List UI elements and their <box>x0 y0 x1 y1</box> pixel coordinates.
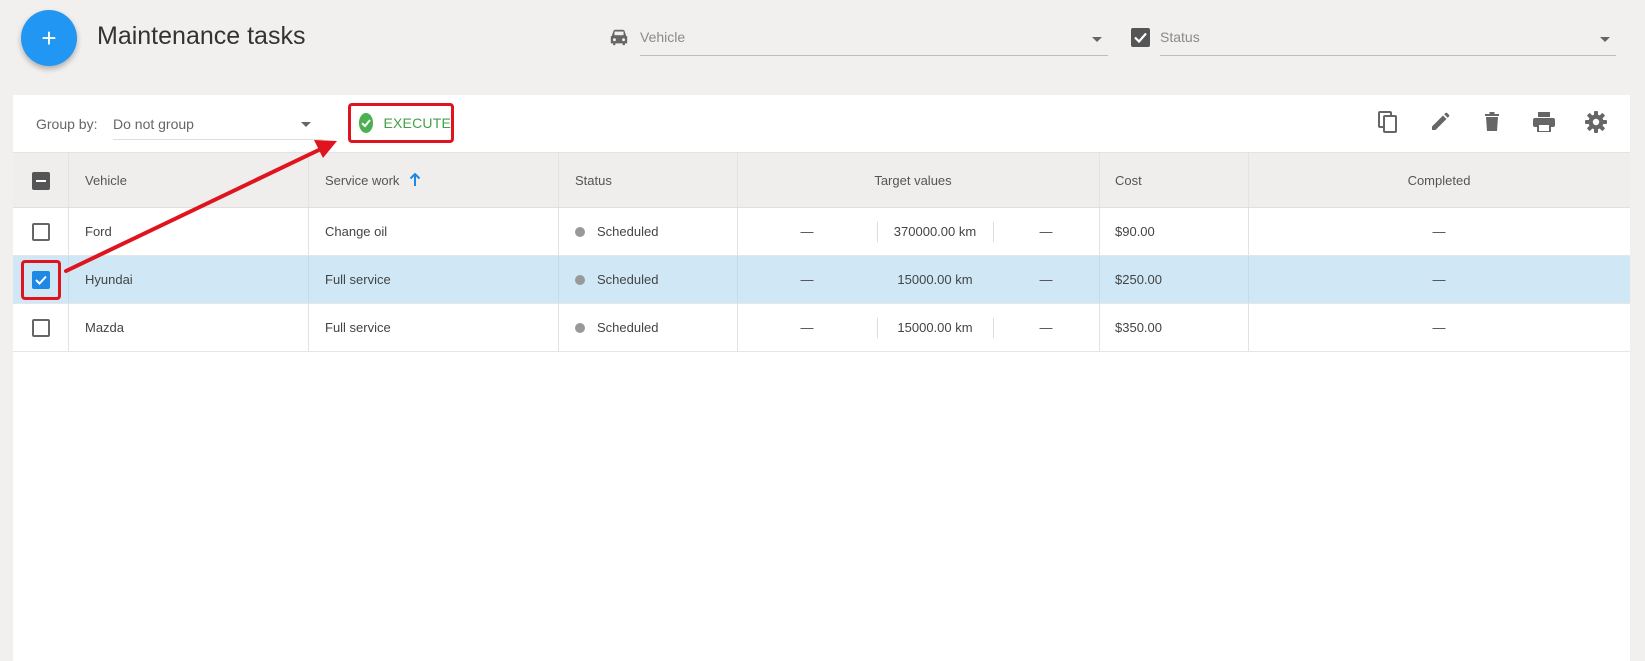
column-target-values[interactable]: Target values <box>737 153 1089 207</box>
completed-cell: — <box>1432 320 1446 335</box>
row-checkbox[interactable] <box>32 271 50 289</box>
target-mid-cell: 15000.00 km <box>897 272 973 287</box>
completed-cell: — <box>1432 224 1446 239</box>
table-header: Vehicle Service work Status Target value… <box>13 152 1630 208</box>
group-by-select[interactable]: Do not group <box>113 108 323 140</box>
column-service-work[interactable]: Service work <box>325 153 421 207</box>
vehicle-cell: Hyundai <box>85 272 133 287</box>
chevron-down-icon <box>1092 37 1102 42</box>
completed-cell: — <box>1432 272 1446 287</box>
page-title: Maintenance tasks <box>97 22 306 50</box>
service-work-cell: Full service <box>325 272 391 287</box>
print-icon[interactable] <box>1531 109 1557 135</box>
vehicle-cell: Ford <box>85 224 112 239</box>
check-circle-icon <box>359 113 374 133</box>
status-text: Scheduled <box>597 320 659 335</box>
edit-icon[interactable] <box>1427 109 1453 135</box>
status-cell: Scheduled <box>575 304 658 351</box>
car-icon <box>610 29 628 46</box>
service-work-cell: Change oil <box>325 224 388 239</box>
chevron-down-icon <box>301 122 311 127</box>
vehicle-cell: Mazda <box>85 320 125 335</box>
target-mid-cell: 15000.00 km <box>897 320 973 335</box>
tasks-table: Vehicle Service work Status Target value… <box>13 152 1630 352</box>
group-by-value: Do not group <box>113 116 194 132</box>
service-work-cell: Full service <box>325 320 391 335</box>
status-cell: Scheduled <box>575 256 658 303</box>
column-vehicle[interactable]: Vehicle <box>85 153 127 207</box>
cost-cell: $90.00 <box>1115 224 1155 239</box>
row-checkbox[interactable] <box>32 319 50 337</box>
chevron-down-icon <box>1600 37 1610 42</box>
column-cost[interactable]: Cost <box>1115 153 1142 207</box>
group-by-label: Group by: <box>36 116 98 132</box>
target-mid-cell: 370000.00 km <box>893 224 977 239</box>
cost-cell: $250.00 <box>1115 272 1162 287</box>
vehicle-filter[interactable]: Vehicle <box>640 22 1108 56</box>
execute-label: EXECUTE <box>383 115 451 131</box>
table-row[interactable]: Mazda Full service Scheduled — 15000.00 … <box>13 304 1630 352</box>
tasks-panel: Group by: Do not group EXECUTE Vehicle S… <box>13 95 1630 661</box>
cost-cell: $350.00 <box>1115 320 1162 335</box>
settings-icon[interactable] <box>1583 109 1609 135</box>
status-text: Scheduled <box>597 272 659 287</box>
target-right-cell: — <box>1039 272 1053 287</box>
target-left-cell: — <box>800 272 814 287</box>
add-task-button[interactable]: + <box>21 10 77 66</box>
target-right-cell: — <box>1039 224 1053 239</box>
status-dot-icon <box>575 322 585 333</box>
row-checkbox[interactable] <box>32 223 50 241</box>
status-filter-placeholder: Status <box>1160 29 1200 45</box>
table-row[interactable]: Hyundai Full service Scheduled — 15000.0… <box>13 256 1630 304</box>
status-text: Scheduled <box>597 224 659 239</box>
column-service-work-label: Service work <box>325 172 400 188</box>
status-filter[interactable]: Status <box>1160 22 1616 56</box>
select-all-checkbox[interactable] <box>32 172 50 190</box>
copy-icon[interactable] <box>1375 109 1401 135</box>
column-completed[interactable]: Completed <box>1248 153 1630 207</box>
table-row[interactable]: Ford Change oil Scheduled — 370000.00 km… <box>13 208 1630 256</box>
checkbox-icon <box>1131 28 1150 47</box>
status-cell: Scheduled <box>575 208 658 255</box>
execute-button[interactable]: EXECUTE <box>348 103 454 143</box>
target-right-cell: — <box>1039 320 1053 335</box>
target-left-cell: — <box>800 224 814 239</box>
status-dot-icon <box>575 274 585 285</box>
sort-ascending-icon <box>410 173 421 186</box>
target-left-cell: — <box>800 320 814 335</box>
delete-icon[interactable] <box>1479 109 1505 135</box>
checkmark-icon <box>35 275 47 285</box>
status-dot-icon <box>575 226 585 237</box>
vehicle-filter-placeholder: Vehicle <box>640 29 686 45</box>
column-status[interactable]: Status <box>575 153 612 207</box>
toolbar: Group by: Do not group EXECUTE <box>13 95 1630 152</box>
